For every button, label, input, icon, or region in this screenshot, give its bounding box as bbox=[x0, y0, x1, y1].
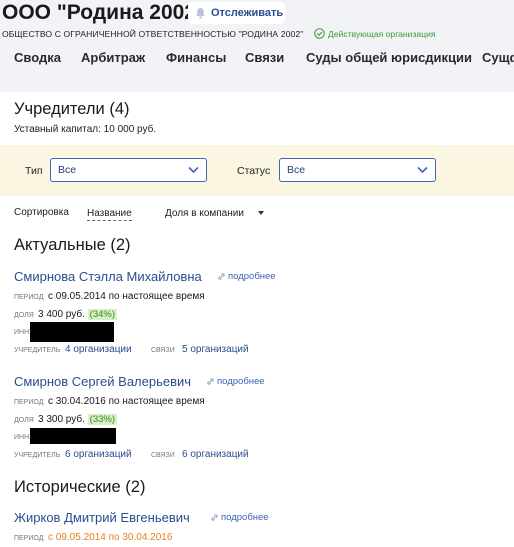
founder-of-label: учредитель bbox=[14, 347, 61, 354]
link-icon bbox=[207, 378, 214, 385]
share-label: доля bbox=[14, 312, 34, 319]
details-link[interactable]: подробнее bbox=[217, 271, 276, 282]
share-label: доля bbox=[14, 417, 34, 424]
redacted-inn bbox=[30, 322, 114, 342]
founder-of-link[interactable]: 6 организаций bbox=[65, 449, 132, 460]
period-label: период bbox=[14, 535, 44, 542]
tab-connections[interactable]: Связи bbox=[245, 50, 284, 65]
link-icon bbox=[211, 514, 218, 521]
company-title: ООО "Родина 2002" bbox=[2, 1, 206, 24]
tab-more[interactable]: Сущф bbox=[482, 50, 514, 65]
company-header: ООО "Родина 2002" Отслеживать ОБЩЕСТВО С… bbox=[0, 0, 514, 92]
tab-arbitration[interactable]: Арбитраж bbox=[81, 50, 145, 65]
details-link-label: подробнее bbox=[221, 512, 269, 523]
details-link-label: подробнее bbox=[217, 376, 265, 387]
follow-button-label: Отслеживать bbox=[211, 7, 284, 19]
details-link-label: подробнее bbox=[228, 271, 276, 282]
period-label: период bbox=[14, 294, 44, 301]
share-value: 3 400 руб. (34%) bbox=[38, 309, 117, 320]
share-capital: Уставный капитал: 10 000 руб. bbox=[14, 124, 157, 135]
sort-dropdown-icon[interactable] bbox=[258, 211, 264, 215]
current-title: Актуальные (2) bbox=[14, 236, 131, 254]
share-amount: 3 400 руб. bbox=[38, 309, 85, 320]
share-amount: 3 300 руб. bbox=[38, 414, 85, 425]
status-text: Действующая организация bbox=[328, 28, 436, 39]
share-percent: (33%) bbox=[87, 414, 117, 425]
founder-of-link[interactable]: 4 организации bbox=[65, 344, 132, 355]
details-link[interactable]: подробнее bbox=[206, 376, 265, 387]
inn-label: инн bbox=[14, 329, 30, 336]
chevron-down-icon bbox=[188, 166, 199, 174]
period-value: с 09.05.2014 по 30.04.2016 bbox=[48, 532, 173, 543]
tab-bar: Сводка Арбитраж Финансы Связи Суды общей… bbox=[0, 50, 514, 72]
type-select-value: Все bbox=[58, 164, 77, 176]
bell-icon bbox=[196, 7, 205, 19]
tab-summary[interactable]: Сводка bbox=[14, 50, 61, 65]
status-select-value: Все bbox=[287, 164, 306, 176]
chevron-down-icon bbox=[417, 166, 428, 174]
share-percent: (34%) bbox=[87, 309, 117, 320]
legal-name: ОБЩЕСТВО С ОГРАНИЧЕННОЙ ОТВЕТСТВЕННОСТЬЮ… bbox=[2, 29, 304, 39]
period-value: с 30.04.2016 по настоящее время bbox=[48, 396, 205, 407]
details-link[interactable]: подробнее bbox=[210, 512, 269, 523]
inn-label: инн bbox=[14, 434, 30, 441]
status-filter-label: Статус bbox=[237, 165, 271, 177]
tab-finance[interactable]: Финансы bbox=[166, 50, 226, 65]
sort-label: Сортировка bbox=[14, 207, 69, 218]
founder-of-label: учредитель bbox=[14, 452, 61, 459]
type-select[interactable]: Все bbox=[50, 158, 207, 182]
founders-title: Учредители (4) bbox=[14, 100, 130, 118]
sort-by-name[interactable]: Название bbox=[87, 207, 132, 221]
redacted-inn bbox=[30, 428, 116, 444]
founder-name[interactable]: Смирнов Сергей Валерьевич bbox=[14, 374, 191, 389]
type-filter-label: Тип bbox=[25, 165, 43, 177]
connections-label: связи bbox=[151, 347, 175, 354]
historical-title: Исторические (2) bbox=[14, 478, 146, 496]
period-value: с 09.05.2014 по настоящее время bbox=[48, 291, 205, 302]
founder-name[interactable]: Смирнова Стэлла Михайловна bbox=[14, 269, 202, 284]
founder-name[interactable]: Жирков Дмитрий Евгеньевич bbox=[14, 510, 190, 525]
status-badge: Действующая организация bbox=[314, 28, 436, 39]
follow-button[interactable]: Отслеживать bbox=[188, 2, 285, 24]
connections-link[interactable]: 6 организаций bbox=[182, 449, 249, 460]
sort-by-share[interactable]: Доля в компании bbox=[165, 207, 244, 220]
connections-link[interactable]: 5 организаций bbox=[182, 344, 249, 355]
filter-panel: Тип Все Статус Все bbox=[0, 145, 514, 196]
link-icon bbox=[218, 273, 225, 280]
share-value: 3 300 руб. (33%) bbox=[38, 414, 117, 425]
tab-general-courts[interactable]: Суды общей юрисдикции bbox=[306, 50, 472, 65]
status-select[interactable]: Все bbox=[279, 158, 436, 182]
period-label: период bbox=[14, 399, 44, 406]
check-circle-icon bbox=[314, 28, 325, 39]
connections-label: связи bbox=[151, 452, 175, 459]
